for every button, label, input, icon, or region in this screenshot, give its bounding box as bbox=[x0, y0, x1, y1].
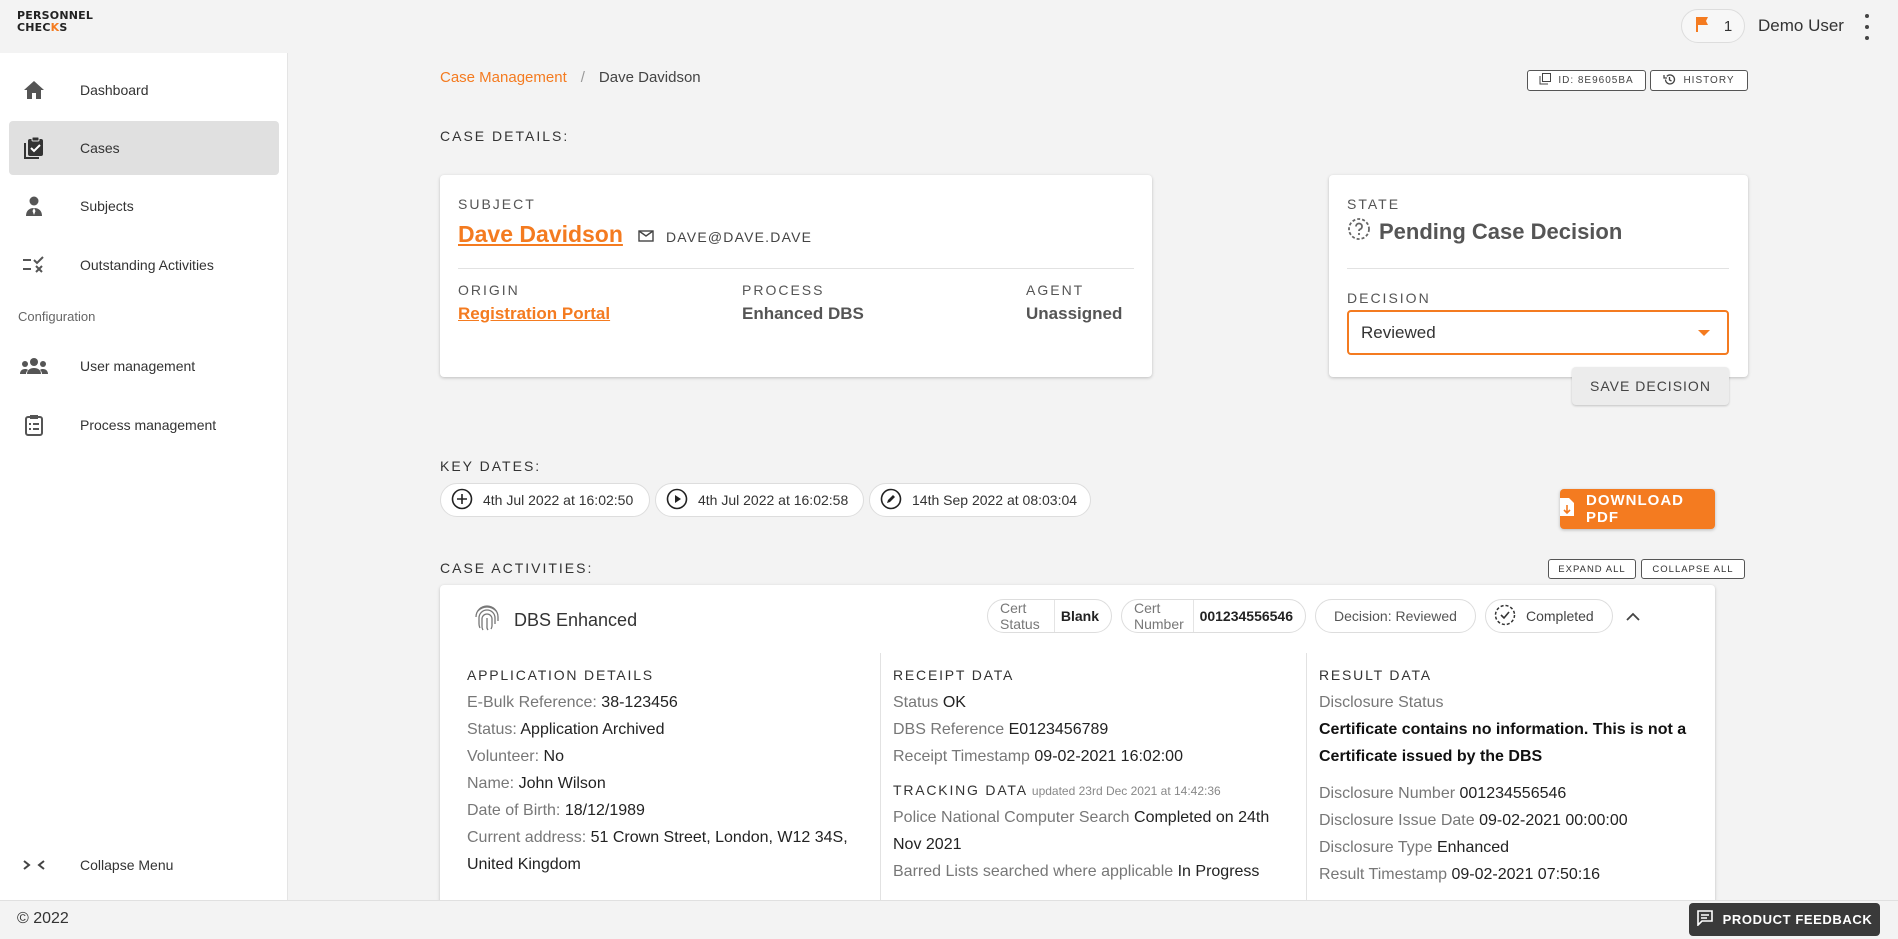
dropdown-caret-icon bbox=[1698, 330, 1710, 336]
breadcrumb-case-management[interactable]: Case Management bbox=[440, 69, 567, 86]
logo[interactable]: PERSONNEL CHECKS bbox=[17, 10, 93, 34]
fingerprint-icon bbox=[470, 601, 504, 640]
decision-label: DECISION bbox=[1347, 290, 1431, 306]
user-name[interactable]: Demo User bbox=[1758, 16, 1844, 36]
sidebar-item-dashboard[interactable]: Dashboard bbox=[9, 63, 279, 117]
notification-count: 1 bbox=[1723, 17, 1733, 35]
decision-select[interactable]: Reviewed bbox=[1347, 310, 1729, 355]
divider bbox=[1347, 268, 1729, 269]
check-circle-icon bbox=[1494, 604, 1516, 629]
case-details-title: CASE DETAILS: bbox=[440, 128, 570, 144]
pdf-file-icon bbox=[1560, 498, 1574, 520]
breadcrumb: Case Management / Dave Davidson bbox=[440, 69, 701, 86]
started-date-chip: 4th Jul 2022 at 16:02:58 bbox=[655, 483, 864, 517]
column-divider bbox=[1306, 653, 1307, 900]
activity-card: DBS Enhanced Cert Status Blank Cert Numb… bbox=[440, 585, 1715, 900]
state-label: STATE bbox=[1347, 196, 1401, 212]
main-content: Case Management / Dave Davidson ID: 8E96… bbox=[289, 53, 1898, 900]
state-value: Pending Case Decision bbox=[1347, 217, 1622, 247]
mail-icon bbox=[638, 229, 654, 245]
decision-pill: Decision: Reviewed bbox=[1315, 599, 1476, 633]
home-icon bbox=[9, 80, 55, 100]
feedback-icon bbox=[1696, 910, 1713, 929]
column-divider bbox=[880, 653, 881, 900]
product-feedback-button[interactable]: PRODUCT FEEDBACK bbox=[1689, 903, 1880, 936]
notifications-button[interactable]: 1 bbox=[1681, 9, 1745, 43]
case-activities-title: CASE ACTIVITIES: bbox=[440, 560, 594, 576]
history-icon bbox=[1663, 73, 1676, 89]
checklist-icon bbox=[9, 256, 55, 274]
top-bar: PERSONNEL CHECKS 1 Demo User bbox=[0, 0, 1898, 53]
state-card: STATE Pending Case Decision DECISION Rev… bbox=[1329, 175, 1748, 405]
sidebar: Dashboard Cases Subjects Outstanding Act… bbox=[0, 53, 288, 900]
cert-status-pill: Cert Status Blank bbox=[987, 599, 1112, 633]
edit-circle-icon bbox=[880, 488, 902, 513]
origin-field: ORIGIN Registration Portal bbox=[458, 282, 611, 324]
process-field: PROCESS Enhanced DBS bbox=[742, 282, 864, 323]
pending-icon bbox=[1347, 217, 1371, 247]
cert-number-pill: Cert Number 001234556546 bbox=[1121, 599, 1306, 633]
key-dates-title: KEY DATES: bbox=[440, 458, 542, 474]
history-button[interactable]: HISTORY bbox=[1650, 70, 1748, 91]
subject-card: SUBJECT Dave Davidson DAVE@DAVE.DAVE ORI… bbox=[440, 175, 1152, 377]
sidebar-item-user-management[interactable]: User management bbox=[9, 339, 279, 393]
plus-circle-icon bbox=[451, 488, 473, 513]
person-icon bbox=[9, 195, 55, 217]
divider bbox=[458, 268, 1134, 269]
sidebar-item-outstanding-activities[interactable]: Outstanding Activities bbox=[9, 238, 279, 292]
subject-label: SUBJECT bbox=[458, 196, 536, 212]
download-pdf-button[interactable]: DOWNLOAD PDF bbox=[1560, 489, 1715, 529]
flag-icon bbox=[1694, 15, 1712, 37]
clipboard-list-icon bbox=[9, 414, 55, 436]
sidebar-item-subjects[interactable]: Subjects bbox=[9, 179, 279, 233]
collapse-menu-button[interactable]: Collapse Menu bbox=[9, 838, 279, 892]
more-menu-icon[interactable] bbox=[1861, 14, 1873, 40]
collapse-arrows-icon bbox=[9, 858, 55, 872]
sidebar-section-configuration: Configuration bbox=[18, 309, 96, 324]
application-details: APPLICATION DETAILS E-Bulk Reference: 38… bbox=[467, 667, 848, 873]
play-circle-icon bbox=[666, 488, 688, 513]
expand-all-button[interactable]: EXPAND ALL bbox=[1548, 559, 1636, 579]
copy-id-button[interactable]: ID: 8E9605BA bbox=[1527, 70, 1646, 91]
save-decision-button[interactable]: SAVE DECISION bbox=[1572, 367, 1729, 405]
edited-date-chip: 14th Sep 2022 at 08:03:04 bbox=[869, 483, 1091, 517]
activity-title: DBS Enhanced bbox=[470, 601, 637, 640]
group-icon bbox=[9, 357, 55, 375]
clipboard-check-icon bbox=[9, 136, 55, 160]
breadcrumb-current: Dave Davidson bbox=[598, 69, 701, 86]
chevron-up-icon[interactable] bbox=[1625, 609, 1641, 627]
subject-name-link[interactable]: Dave Davidson bbox=[458, 221, 623, 248]
copyright: © 2022 bbox=[17, 910, 69, 927]
tracking-data-title: TRACKING DATA updated 23rd Dec 2021 at 14… bbox=[893, 782, 1221, 798]
origin-link[interactable]: Registration Portal bbox=[458, 304, 610, 324]
agent-field: AGENT Unassigned bbox=[1026, 282, 1123, 323]
collapse-all-button[interactable]: COLLAPSE ALL bbox=[1641, 559, 1745, 579]
footer: © 2022 PRODUCT FEEDBACK bbox=[0, 900, 1898, 939]
result-data: RESULT DATA Disclosure Status Certificat… bbox=[1319, 667, 1687, 883]
created-date-chip: 4th Jul 2022 at 16:02:50 bbox=[440, 483, 650, 517]
completed-pill: Completed bbox=[1485, 599, 1613, 633]
sidebar-item-cases[interactable]: Cases bbox=[9, 121, 279, 175]
receipt-data: RECEIPT DATA Status OK DBS Reference E01… bbox=[893, 667, 1303, 885]
subject-email[interactable]: DAVE@DAVE.DAVE bbox=[638, 229, 812, 245]
sidebar-item-process-management[interactable]: Process management bbox=[9, 398, 279, 452]
copy-icon bbox=[1539, 73, 1552, 88]
